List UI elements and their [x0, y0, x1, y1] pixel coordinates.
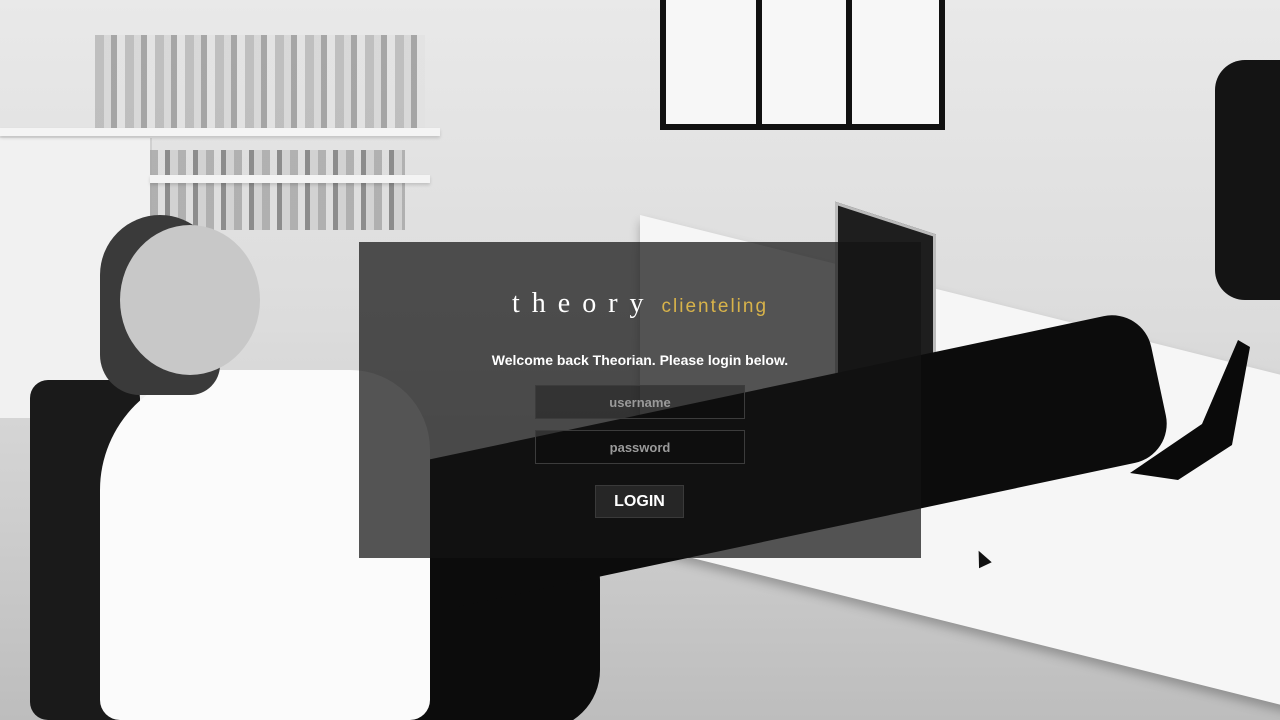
login-button[interactable]: LOGIN: [595, 485, 684, 518]
window: [660, 0, 945, 130]
head: [120, 225, 260, 375]
login-panel: theory clienteling Welcome back Theorian…: [359, 242, 921, 558]
bookshelf-lower: [150, 175, 430, 183]
brand-name: theory: [511, 288, 656, 319]
welcome-message: Welcome back Theorian. Please login belo…: [491, 352, 789, 368]
bookshelf-books-lower: [150, 150, 405, 230]
bookshelf: [0, 128, 440, 136]
username-input[interactable]: [535, 385, 745, 419]
password-input[interactable]: [535, 430, 745, 464]
brand-product: clienteling: [661, 296, 769, 317]
bookshelf-books: [95, 35, 425, 130]
brand-logo: theory clienteling: [359, 288, 921, 320]
chair-right: [1215, 60, 1280, 300]
